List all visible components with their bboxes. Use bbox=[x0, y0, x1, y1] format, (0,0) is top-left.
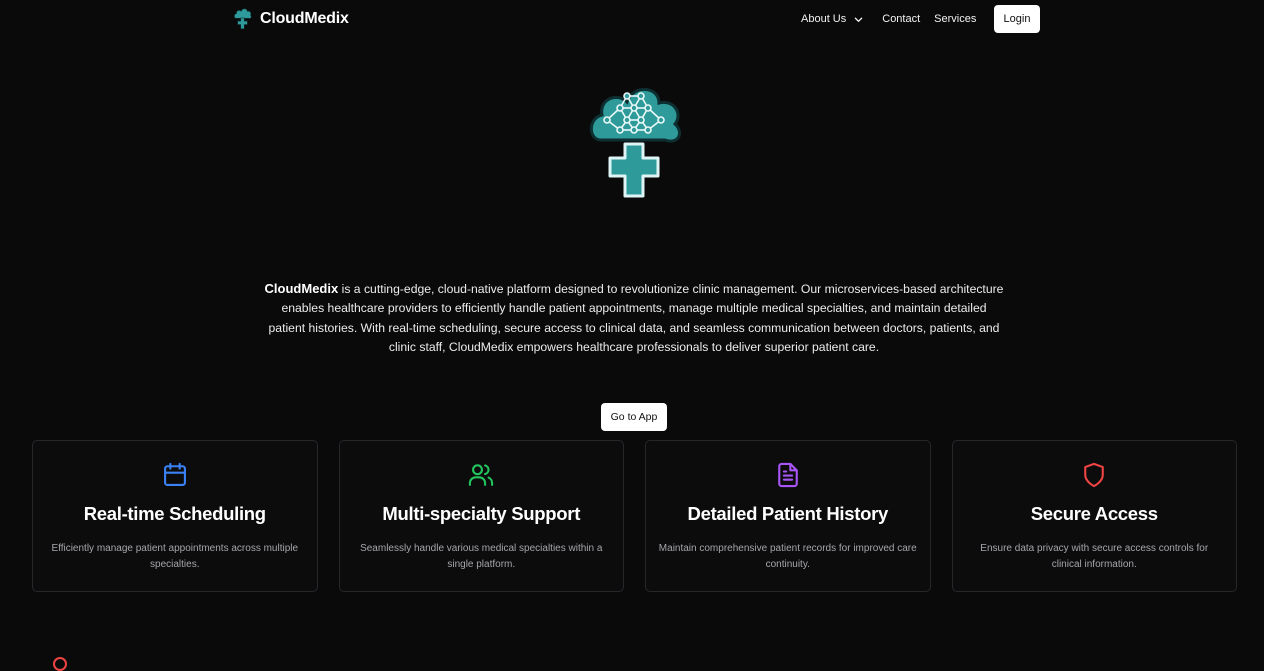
feature-description: Efficiently manage patient appointments … bbox=[51, 543, 299, 570]
feature-description: Ensure data privacy with secure access c… bbox=[980, 543, 1209, 570]
nav-contact-link[interactable]: Contact bbox=[882, 13, 920, 25]
cloudmedix-hero-logo-icon bbox=[589, 87, 681, 198]
feature-title: Real-time Scheduling bbox=[83, 503, 266, 524]
calendar-icon bbox=[163, 462, 186, 486]
file-text-icon bbox=[777, 462, 798, 488]
brand[interactable]: CloudMedix bbox=[233, 7, 349, 30]
cloudmedix-logo-icon bbox=[234, 8, 252, 30]
partially-visible-icon bbox=[53, 657, 67, 671]
feature-description: Maintain comprehensive patient records f… bbox=[658, 543, 917, 570]
navbar: CloudMedix About Us Contact Services Log… bbox=[0, 0, 1264, 38]
feature-title: Secure Access bbox=[1030, 503, 1158, 524]
feature-card-patient-history: Detailed Patient History Maintain compre… bbox=[645, 440, 931, 592]
feature-card-secure-access: Secure Access Ensure data privacy with s… bbox=[951, 440, 1237, 592]
description-brand: CloudMedix bbox=[264, 281, 339, 296]
hero-description: CloudMedix is a cutting-edge, cloud-nati… bbox=[262, 279, 1006, 357]
feature-title: Multi-specialty Support bbox=[382, 503, 581, 524]
features-section: Real-time Scheduling Efficiently manage … bbox=[32, 440, 1237, 592]
brand-name: CloudMedix bbox=[260, 9, 349, 27]
go-to-app-button[interactable]: Go to App bbox=[601, 403, 667, 431]
description-text: is a cutting-edge, cloud-native platform… bbox=[268, 282, 1004, 354]
feature-description: Seamlessly handle various medical specia… bbox=[360, 543, 603, 570]
nav-about-us-dropdown[interactable]: About Us bbox=[801, 13, 863, 25]
login-button[interactable]: Login bbox=[994, 5, 1040, 33]
feature-title: Detailed Patient History bbox=[687, 503, 889, 524]
chevron-down-icon bbox=[854, 17, 863, 22]
nav-about-us-label: About Us bbox=[801, 13, 847, 25]
users-icon bbox=[469, 464, 494, 486]
main-nav: About Us Contact Services bbox=[801, 13, 976, 25]
nav-services-link[interactable]: Services bbox=[934, 13, 976, 25]
feature-card-multi-specialty: Multi-specialty Support Seamlessly handl… bbox=[338, 440, 624, 592]
shield-icon bbox=[1084, 462, 1105, 488]
feature-card-scheduling: Real-time Scheduling Efficiently manage … bbox=[32, 440, 318, 592]
